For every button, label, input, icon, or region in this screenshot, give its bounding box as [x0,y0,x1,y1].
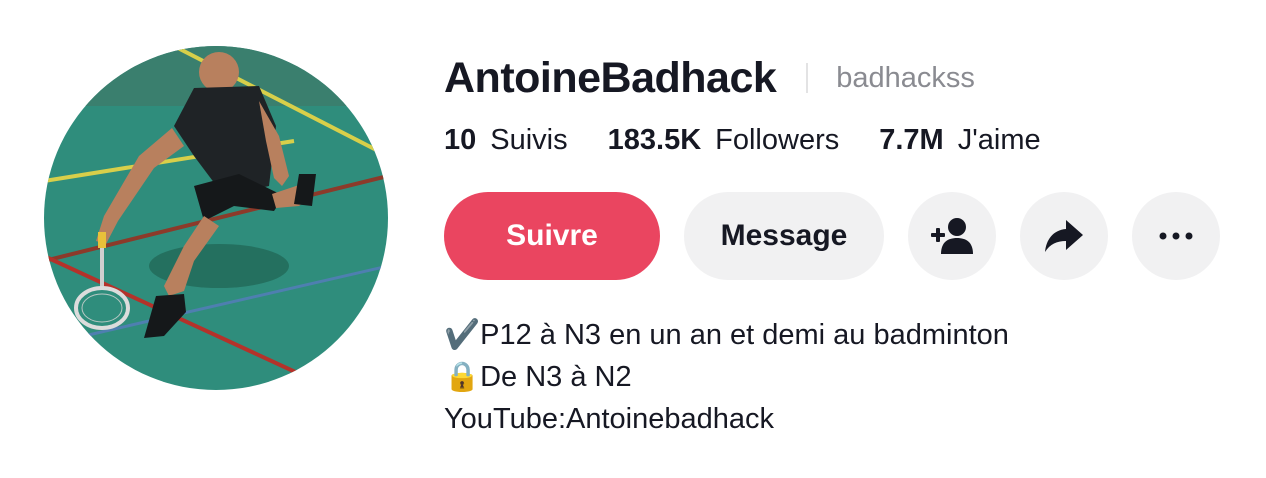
stat-likes-label: J'aime [957,123,1041,156]
actions-row: Suivre Message [444,192,1244,280]
avatar-photo [44,46,388,390]
name-divider [806,63,809,93]
stat-following[interactable]: 10 Suivis [444,124,568,157]
stat-following-label: Suivis [490,123,568,156]
message-button[interactable]: Message [684,192,884,280]
share-button[interactable] [1020,192,1108,280]
profile-info: AntoineBadhack badhackss 10 Suivis 183.5… [444,50,1244,440]
stat-following-count: 10 [444,123,477,156]
stat-followers[interactable]: 183.5K Followers [608,124,840,157]
more-dots-icon [1159,232,1193,240]
add-friend-button[interactable] [908,192,996,280]
profile-avatar[interactable] [44,46,388,390]
bio-line: 🔒De N3 à N2 [444,361,632,393]
person-plus-icon [931,218,973,254]
follow-button[interactable]: Suivre [444,192,660,280]
stat-likes-count: 7.7M [879,123,944,156]
stat-likes: 7.7M J'aime [879,124,1040,157]
display-name: AntoineBadhack [444,53,777,102]
profile-bio: ✔️P12 à N3 en un an et demi au badminton… [444,314,1244,440]
bio-line: ✔️P12 à N3 en un an et demi au badminton [444,319,1009,351]
stat-followers-label: Followers [715,123,840,156]
name-row: AntoineBadhack badhackss [444,50,1244,106]
stats-row: 10 Suivis 183.5K Followers 7.7M J'aime [444,120,1244,160]
stat-followers-count: 183.5K [607,123,702,156]
more-button[interactable] [1132,192,1220,280]
share-arrow-icon [1045,220,1083,252]
username: badhackss [836,61,975,94]
bio-link: YouTube:Antoinebadhack [444,403,775,435]
